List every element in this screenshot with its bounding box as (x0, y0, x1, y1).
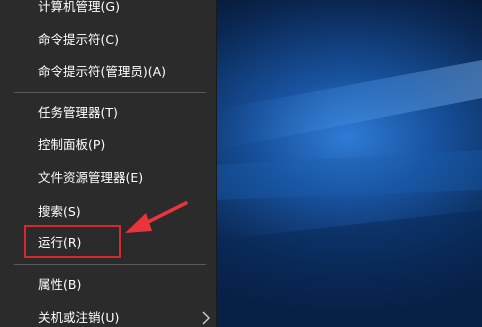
menu-separator (14, 92, 206, 93)
menu-separator (14, 264, 206, 265)
menu-item-label: 关机或注销(U) (38, 310, 120, 325)
desktop-screen: 计算机管理(G) 命令提示符(C) 命令提示符(管理员)(A) 任务管理器(T)… (0, 0, 482, 327)
menu-item-control-panel[interactable]: 控制面板(P) (0, 130, 216, 160)
menu-item-label: 计算机管理(G) (38, 0, 120, 14)
menu-item-label: 任务管理器(T) (38, 105, 118, 120)
menu-item-computer-management[interactable]: 计算机管理(G) (0, 0, 216, 22)
menu-item-command-prompt[interactable]: 命令提示符(C) (0, 25, 216, 55)
menu-item-label: 命令提示符(C) (38, 32, 119, 47)
run-highlight-box (24, 225, 121, 258)
menu-item-label: 属性(B) (38, 277, 82, 292)
chevron-right-icon (202, 311, 210, 325)
menu-item-search[interactable]: 搜索(S) (0, 197, 216, 227)
menu-item-command-prompt-admin[interactable]: 命令提示符(管理员)(A) (0, 57, 216, 87)
menu-item-task-manager[interactable]: 任务管理器(T) (0, 98, 216, 128)
winx-context-menu: 计算机管理(G) 命令提示符(C) 命令提示符(管理员)(A) 任务管理器(T)… (0, 0, 216, 327)
menu-item-label: 控制面板(P) (38, 137, 106, 152)
menu-item-shutdown-signout[interactable]: 关机或注销(U) (0, 303, 216, 327)
menu-item-label: 搜索(S) (38, 204, 81, 219)
menu-item-label: 文件资源管理器(E) (38, 170, 144, 185)
menu-item-file-explorer[interactable]: 文件资源管理器(E) (0, 163, 216, 193)
menu-item-properties[interactable]: 属性(B) (0, 270, 216, 300)
menu-item-label: 命令提示符(管理员)(A) (38, 64, 167, 79)
